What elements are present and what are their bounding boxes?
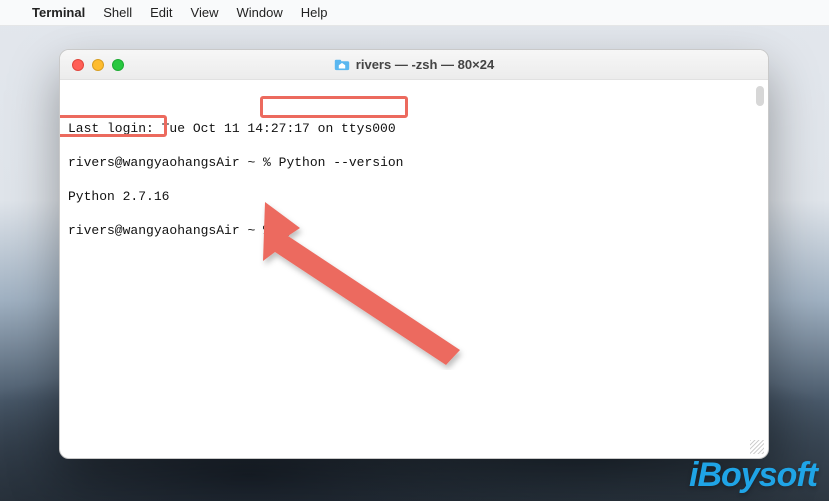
menubar-item-edit[interactable]: Edit	[150, 5, 172, 20]
menubar-item-window[interactable]: Window	[237, 5, 283, 20]
close-button[interactable]	[72, 59, 84, 71]
window-title: rivers — -zsh — 80×24	[356, 57, 494, 72]
annotation-highlight-command	[260, 96, 408, 118]
menubar-item-shell[interactable]: Shell	[103, 5, 132, 20]
watermark-logo: iBoysoft	[689, 456, 817, 495]
terminal-line-prompt: rivers@wangyaohangsAir ~ %	[68, 222, 760, 239]
menubar-item-help[interactable]: Help	[301, 5, 328, 20]
window-titlebar[interactable]: rivers — -zsh — 80×24	[60, 50, 768, 80]
menubar-app-name[interactable]: Terminal	[32, 5, 85, 20]
terminal-content[interactable]: Last login: Tue Oct 11 14:27:17 on ttys0…	[60, 80, 768, 458]
terminal-window: rivers — -zsh — 80×24 Last login: Tue Oc…	[59, 49, 769, 459]
window-traffic-lights	[60, 59, 124, 71]
cursor	[281, 222, 289, 236]
terminal-line-last-login: Last login: Tue Oct 11 14:27:17 on ttys0…	[68, 120, 760, 137]
minimize-button[interactable]	[92, 59, 104, 71]
menubar-item-view[interactable]: View	[191, 5, 219, 20]
terminal-line-output: Python 2.7.16	[68, 188, 760, 205]
scrollbar-thumb[interactable]	[756, 86, 764, 106]
macos-menubar: Terminal Shell Edit View Window Help	[0, 0, 829, 26]
resize-handle[interactable]	[750, 440, 764, 454]
terminal-line-command: rivers@wangyaohangsAir ~ % Python --vers…	[68, 154, 760, 171]
home-folder-icon	[334, 58, 350, 71]
zoom-button[interactable]	[112, 59, 124, 71]
